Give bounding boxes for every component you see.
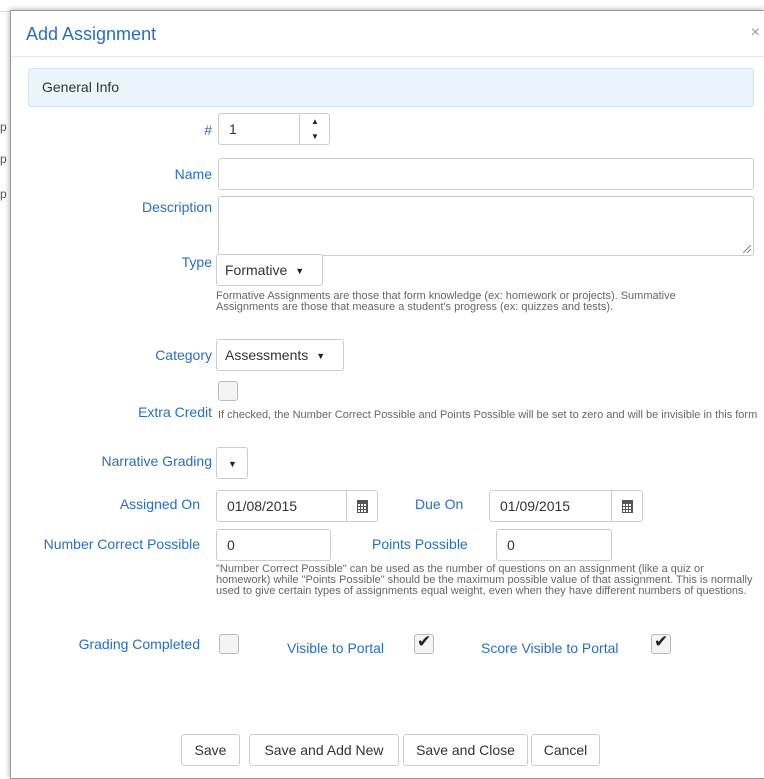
stepper-buttons: ▲ ▼ (299, 114, 329, 144)
category-select[interactable]: Assessments ▼ (216, 339, 344, 371)
visible-to-portal-checkbox[interactable]: ✔ (414, 632, 434, 654)
category-selected: Assessments (225, 347, 309, 363)
narrative-grading-select[interactable]: ▼ (216, 447, 248, 479)
modal-header: Add Assignment × (11, 11, 764, 57)
number-label: # (204, 122, 212, 138)
close-icon[interactable]: × (751, 25, 760, 41)
modal-title: Add Assignment (26, 24, 157, 44)
assigned-on-calendar-button[interactable] (347, 490, 378, 522)
save-button[interactable]: Save (181, 734, 240, 766)
type-selected: Formative (225, 262, 288, 278)
caret-down-icon: ▼ (295, 266, 305, 277)
number-stepper[interactable]: 1 ▲ ▼ (218, 113, 330, 145)
background-edge-mark: p (0, 152, 7, 166)
type-label: Type (181, 254, 212, 270)
grading-completed-checkbox[interactable] (219, 634, 239, 654)
spin-up-icon[interactable]: ▲ (300, 114, 330, 129)
assigned-on-field[interactable] (216, 490, 347, 522)
save-and-close-button[interactable]: Save and Close (403, 734, 528, 766)
cancel-button[interactable]: Cancel (531, 734, 600, 766)
description-field[interactable] (218, 196, 754, 256)
extra-credit-label: Extra Credit (138, 404, 212, 420)
name-label: Name (174, 166, 212, 182)
number-correct-possible-label: Number Correct Possible (43, 536, 200, 552)
possible-help-text: "Number Correct Possible" can be used as… (216, 563, 753, 597)
points-possible-label: Points Possible (372, 536, 468, 552)
spin-down-icon[interactable]: ▼ (300, 129, 330, 144)
points-possible-field[interactable] (496, 529, 612, 561)
calendar-icon (357, 500, 368, 513)
extra-credit-help-text: If checked, the Number Correct Possible … (218, 409, 758, 421)
narrative-grading-label: Narrative Grading (101, 453, 213, 469)
caret-down-icon: ▼ (316, 351, 326, 362)
section-header-general-info: General Info (28, 68, 754, 107)
type-help-text: Formative Assignments are those that for… (216, 290, 676, 313)
save-and-add-new-button[interactable]: Save and Add New (249, 734, 399, 766)
category-label: Category (155, 347, 212, 363)
check-icon: ✔ (654, 632, 669, 651)
add-assignment-modal: Add Assignment × General Info # 1 ▲ ▼ Na… (10, 10, 764, 779)
extra-credit-checkbox[interactable] (218, 381, 238, 401)
due-on-label: Due On (415, 496, 464, 512)
number-value: 1 (229, 121, 237, 137)
type-select[interactable]: Formative ▼ (216, 254, 323, 286)
calendar-icon (622, 500, 633, 513)
section-title: General Info (42, 79, 120, 95)
assigned-on-label: Assigned On (119, 496, 200, 512)
background-edge-mark: p (0, 187, 7, 201)
score-visible-to-portal-checkbox[interactable]: ✔ (651, 632, 671, 654)
check-icon: ✔ (417, 632, 432, 651)
score-visible-to-portal-label: Score Visible to Portal (481, 640, 619, 656)
caret-down-icon: ▼ (228, 459, 237, 470)
resize-grip-icon[interactable] (743, 245, 751, 253)
visible-to-portal-label: Visible to Portal (287, 640, 385, 656)
due-on-field[interactable] (489, 490, 612, 522)
background-edge-mark: p (0, 120, 7, 134)
name-field[interactable] (218, 158, 754, 190)
due-on-calendar-button[interactable] (612, 490, 643, 522)
grading-completed-label: Grading Completed (78, 636, 200, 652)
description-label: Description (141, 199, 212, 215)
number-correct-possible-field[interactable] (216, 529, 331, 561)
